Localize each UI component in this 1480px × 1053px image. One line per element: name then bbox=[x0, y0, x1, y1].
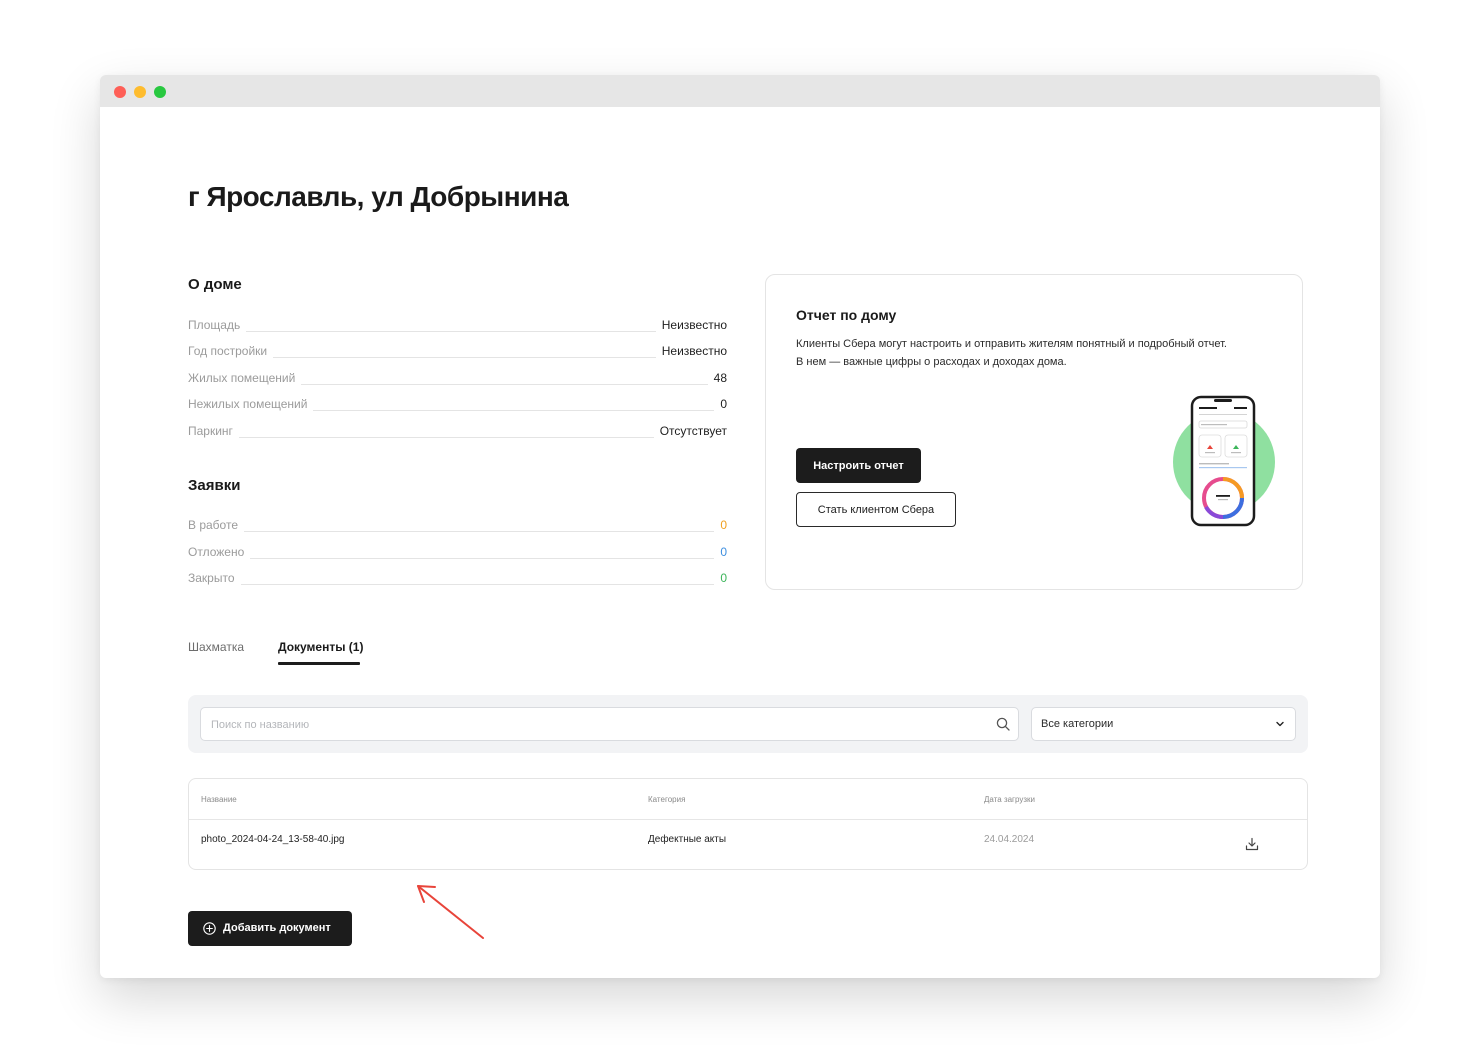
tab-documents[interactable]: Документы (1) bbox=[278, 640, 363, 654]
column-header-name: Название bbox=[201, 795, 237, 804]
info-row-parking: Паркинг Отсутствует bbox=[188, 422, 727, 440]
info-row-residential: Жилых помещений 48 bbox=[188, 369, 727, 387]
report-desc-line: Клиенты Сбера могут настроить и отправит… bbox=[796, 338, 1227, 350]
add-document-label: Добавить документ bbox=[223, 922, 331, 934]
phone-report-icon bbox=[1173, 395, 1275, 527]
leader-line bbox=[240, 584, 715, 585]
request-row-closed: Закрыто 0 bbox=[188, 569, 727, 587]
info-value: 0 bbox=[720, 397, 727, 411]
info-label: Год постройки bbox=[188, 344, 268, 358]
info-label: Площадь bbox=[188, 318, 241, 332]
table-divider bbox=[189, 819, 1307, 820]
browser-window: г Ярославль, ул Добрынина О доме Площадь… bbox=[100, 75, 1380, 978]
leader-line bbox=[273, 357, 656, 358]
become-sber-client-button[interactable]: Стать клиентом Сбера bbox=[796, 492, 956, 527]
house-report-card: Отчет по дому Клиенты Сбера могут настро… bbox=[765, 274, 1303, 590]
annotation-arrow-icon bbox=[417, 885, 484, 939]
search-input[interactable] bbox=[209, 708, 983, 742]
info-row-year-built: Год постройки Неизвестно bbox=[188, 342, 727, 360]
column-header-date: Дата загрузки bbox=[984, 795, 1035, 804]
leader-line bbox=[301, 384, 708, 385]
configure-report-button[interactable]: Настроить отчет bbox=[796, 448, 921, 483]
minimize-window-button[interactable] bbox=[134, 86, 146, 98]
info-value: 48 bbox=[713, 371, 727, 385]
report-card-description: Клиенты Сбера могут настроить и отправит… bbox=[796, 335, 1286, 371]
leader-line bbox=[244, 531, 715, 532]
column-header-category: Категория bbox=[648, 795, 686, 804]
category-select-value: Все категории bbox=[1041, 718, 1114, 730]
add-document-button[interactable]: Добавить документ bbox=[188, 911, 352, 946]
download-icon[interactable] bbox=[1245, 837, 1259, 851]
info-value: Отсутствует bbox=[659, 424, 727, 438]
info-row-non-residential: Нежилых помещений 0 bbox=[188, 395, 727, 413]
info-label: Нежилых помещений bbox=[188, 397, 308, 411]
search-icon[interactable] bbox=[996, 717, 1010, 731]
request-label: Отложено bbox=[188, 545, 245, 559]
active-tab-indicator bbox=[278, 662, 360, 665]
info-row-area: Площадь Неизвестно bbox=[188, 316, 727, 334]
close-window-button[interactable] bbox=[114, 86, 126, 98]
request-row-postponed: Отложено 0 bbox=[188, 543, 727, 561]
chevron-down-icon bbox=[1276, 721, 1284, 727]
report-desc-line: В нем — важные цифры о расходах и дохода… bbox=[796, 356, 1067, 368]
category-select[interactable]: Все категории bbox=[1031, 707, 1296, 741]
page-title: г Ярославль, ул Добрынина bbox=[188, 181, 569, 212]
filter-bar: Все категории bbox=[188, 695, 1308, 753]
info-value: Неизвестно bbox=[661, 344, 727, 358]
leader-line bbox=[313, 410, 715, 411]
leader-line bbox=[246, 331, 656, 332]
request-count: 0 bbox=[720, 518, 727, 532]
window-titlebar bbox=[100, 75, 1380, 107]
request-row-in-progress: В работе 0 bbox=[188, 516, 727, 534]
leader-line bbox=[250, 558, 715, 559]
request-count: 0 bbox=[720, 571, 727, 585]
request-count: 0 bbox=[720, 545, 727, 559]
plus-circle-icon bbox=[203, 922, 216, 935]
info-label: Паркинг bbox=[188, 424, 233, 438]
document-category: Дефектные акты bbox=[648, 834, 727, 845]
tab-chessboard[interactable]: Шахматка bbox=[188, 640, 244, 654]
info-value: Неизвестно bbox=[661, 318, 727, 332]
requests-title: Заявки bbox=[188, 477, 241, 494]
leader-line bbox=[238, 437, 654, 438]
search-box[interactable] bbox=[200, 707, 1019, 742]
report-card-title: Отчет по дому bbox=[796, 307, 897, 323]
request-label: В работе bbox=[188, 518, 239, 532]
info-label: Жилых помещений bbox=[188, 371, 296, 385]
request-label: Закрыто bbox=[188, 571, 235, 585]
zoom-window-button[interactable] bbox=[154, 86, 166, 98]
documents-table: Название Категория Дата загрузки photo_2… bbox=[188, 778, 1308, 870]
document-upload-date: 24.04.2024 bbox=[984, 834, 1035, 845]
about-house-title: О доме bbox=[188, 276, 242, 293]
document-name[interactable]: photo_2024-04-24_13-58-40.jpg bbox=[201, 834, 344, 845]
